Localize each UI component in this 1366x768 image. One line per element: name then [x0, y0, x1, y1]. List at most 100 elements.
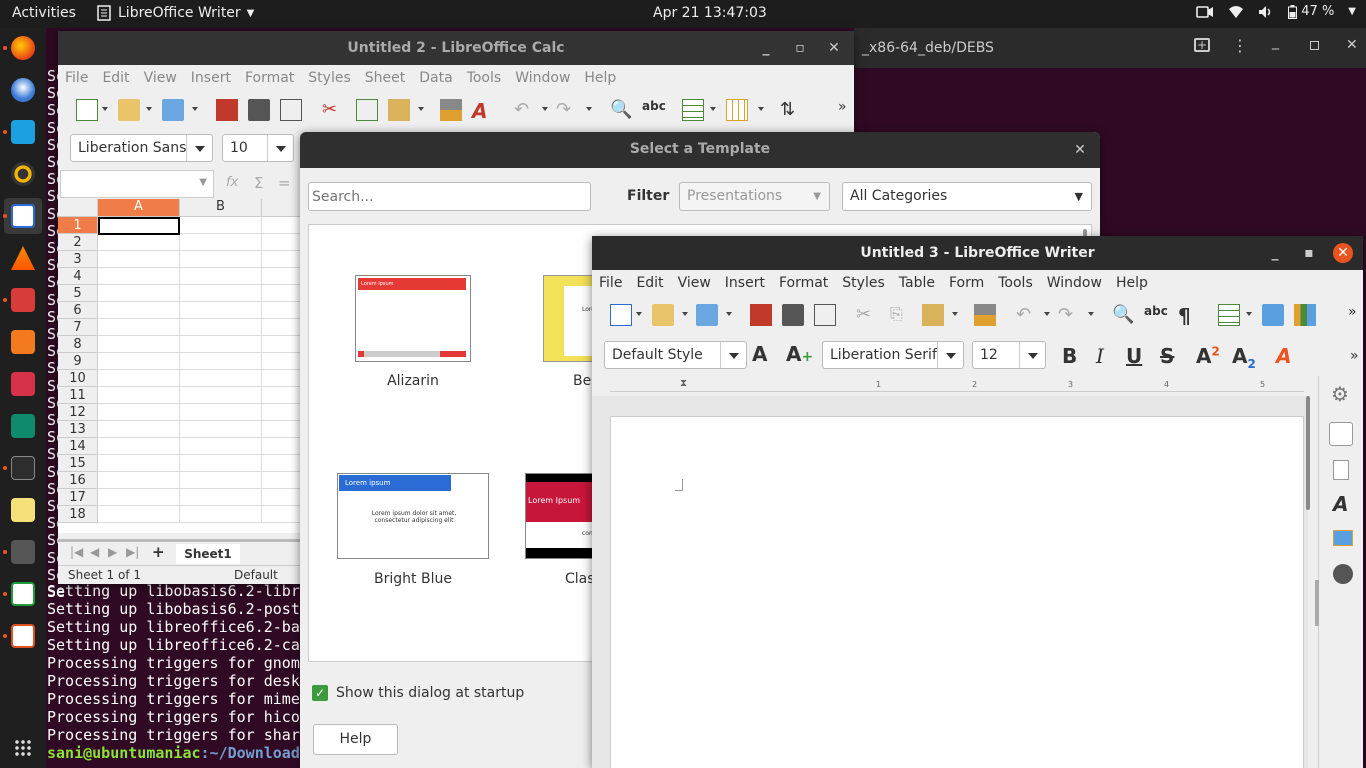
template-search-input[interactable] — [308, 182, 591, 211]
row-header[interactable]: 3 — [58, 251, 98, 268]
maximize-icon[interactable] — [1310, 41, 1319, 50]
document-page[interactable] — [610, 416, 1304, 768]
table-row[interactable] — [98, 268, 300, 285]
update-style-icon[interactable]: A — [752, 342, 767, 366]
table-row[interactable] — [98, 506, 300, 523]
undo-icon[interactable]: ↶ — [1016, 304, 1038, 326]
menu-edit[interactable]: Edit — [629, 275, 670, 291]
text-editor-icon[interactable] — [11, 498, 35, 522]
template-thumb-alizarin[interactable]: Lorem Ipsum — [355, 275, 471, 362]
spellcheck-icon[interactable]: abc — [642, 99, 666, 121]
menu-window[interactable]: Window — [1040, 275, 1109, 291]
column-header[interactable] — [262, 199, 300, 217]
row-header[interactable]: 9 — [58, 353, 98, 370]
row-header[interactable]: 15 — [58, 455, 98, 472]
formula-equals-icon[interactable]: = — [278, 174, 291, 192]
tab-sheet1[interactable]: Sheet1 — [176, 544, 240, 564]
italic-icon[interactable]: I — [1096, 344, 1104, 368]
row-header[interactable]: 18 — [58, 506, 98, 523]
paste-icon[interactable] — [388, 99, 410, 121]
print-icon[interactable] — [782, 304, 804, 326]
table-row[interactable] — [98, 438, 300, 455]
sum-icon[interactable]: Σ — [254, 174, 263, 192]
sidebar-navigator-icon[interactable] — [1333, 564, 1353, 584]
print-preview-icon[interactable] — [814, 304, 836, 326]
font-name-combo[interactable]: Liberation Serif — [822, 341, 964, 369]
horizontal-ruler[interactable]: 1 2 3 4 5 6 ⧗ — [610, 378, 1361, 392]
find-replace-icon[interactable]: 🔍 — [610, 99, 632, 121]
rhythmbox-icon[interactable] — [11, 162, 35, 186]
undo-icon[interactable]: ↶ — [514, 99, 536, 121]
vivaldi-icon[interactable] — [11, 288, 35, 312]
book-icon[interactable] — [11, 414, 35, 438]
libreoffice-impress-icon[interactable] — [11, 624, 35, 648]
writer-titlebar[interactable]: Untitled 3 - LibreOffice Writer _ ▪ ✕ — [592, 236, 1363, 270]
new-document-icon[interactable] — [76, 99, 98, 121]
export-pdf-icon[interactable] — [216, 99, 238, 121]
show-applications-icon[interactable] — [14, 739, 32, 757]
writer-window[interactable]: Untitled 3 - LibreOffice Writer _ ▪ ✕ Fi… — [592, 236, 1363, 768]
table-row[interactable] — [98, 370, 300, 387]
row-header[interactable]: 16 — [58, 472, 98, 489]
menu-format[interactable]: Format — [238, 70, 301, 86]
chevron-down-icon[interactable] — [186, 135, 212, 161]
table-row[interactable] — [98, 234, 300, 251]
font-size-combo[interactable]: 10 — [222, 134, 294, 162]
terminal-prompt[interactable]: sani@ubuntumaniac:~/Download — [47, 744, 300, 762]
libreoffice-writer-icon[interactable] — [11, 204, 35, 228]
paragraph-style-combo[interactable]: Default Style — [604, 341, 747, 369]
font-size-combo[interactable]: 12 — [972, 341, 1046, 369]
menu-styles[interactable]: Styles — [301, 70, 357, 86]
maximize-icon[interactable]: ▫ — [790, 38, 810, 58]
vlc-icon[interactable] — [11, 246, 35, 270]
active-cell[interactable] — [98, 217, 180, 235]
paste-icon[interactable] — [922, 304, 944, 326]
chevron-down-icon[interactable] — [937, 342, 963, 368]
print-preview-icon[interactable] — [280, 99, 302, 121]
minimize-icon[interactable]: _ — [756, 38, 776, 58]
status-page-style[interactable]: Default — [234, 568, 278, 582]
column-header[interactable]: A — [98, 199, 180, 217]
new-style-icon[interactable]: A+ — [786, 342, 813, 366]
template-label[interactable]: Bright Blue — [337, 571, 489, 587]
formatting-marks-icon[interactable]: ¶ — [1178, 304, 1200, 328]
clone-formatting-icon[interactable] — [440, 99, 462, 121]
close-icon[interactable]: ✕ — [824, 38, 844, 58]
strikethrough-icon[interactable]: S — [1160, 344, 1174, 368]
template-thumb-bright-blue[interactable]: Lorem ipsum Lorem ipsum dolor sit amet, … — [337, 473, 489, 559]
export-pdf-icon[interactable] — [750, 304, 772, 326]
row-header[interactable]: 6 — [58, 302, 98, 319]
table-row[interactable] — [98, 251, 300, 268]
system-tray[interactable]: 47 % ▼ — [1196, 4, 1356, 19]
row-header[interactable]: 12 — [58, 404, 98, 421]
template-label[interactable]: Alizarin — [355, 373, 471, 389]
table-row[interactable] — [98, 455, 300, 472]
clear-direct-formatting-icon[interactable]: A — [1276, 344, 1291, 368]
minimize-icon[interactable]: _ — [1265, 243, 1285, 263]
bold-icon[interactable]: B — [1062, 344, 1077, 368]
row-header[interactable]: 5 — [58, 285, 98, 302]
table-row[interactable] — [98, 336, 300, 353]
row-header[interactable]: 4 — [58, 268, 98, 285]
prev-sheet-icon[interactable]: ◀ — [90, 545, 99, 559]
row-header[interactable]: 10 — [58, 370, 98, 387]
menu-window[interactable]: Window — [508, 70, 577, 86]
sidebar-styles-icon[interactable]: A — [1333, 492, 1348, 516]
table-row[interactable] — [98, 285, 300, 302]
format-toolbar-overflow-icon[interactable]: » — [1350, 348, 1359, 364]
thunderbird-icon[interactable] — [11, 78, 35, 102]
terminal-icon[interactable] — [11, 456, 35, 480]
row-header[interactable]: 8 — [58, 336, 98, 353]
add-sheet-icon[interactable]: + — [152, 543, 165, 561]
table-row[interactable] — [98, 387, 300, 404]
table-row[interactable] — [98, 353, 300, 370]
menu-sheet[interactable]: Sheet — [358, 70, 412, 86]
chevron-down-icon[interactable] — [720, 342, 746, 368]
toolbar-overflow-icon[interactable]: » — [838, 99, 860, 121]
calc-titlebar[interactable]: Untitled 2 - LibreOffice Calc _ ▫ ✕ — [58, 31, 854, 65]
terminal-titlebar[interactable]: _x86-64_deb/DEBS + ⋮ _ ✕ — [854, 28, 1366, 68]
menu-data[interactable]: Data — [412, 70, 459, 86]
table-row[interactable] — [98, 319, 300, 336]
row-header[interactable]: 11 — [58, 387, 98, 404]
clock[interactable]: Apr 21 13:47:03 — [653, 5, 767, 21]
